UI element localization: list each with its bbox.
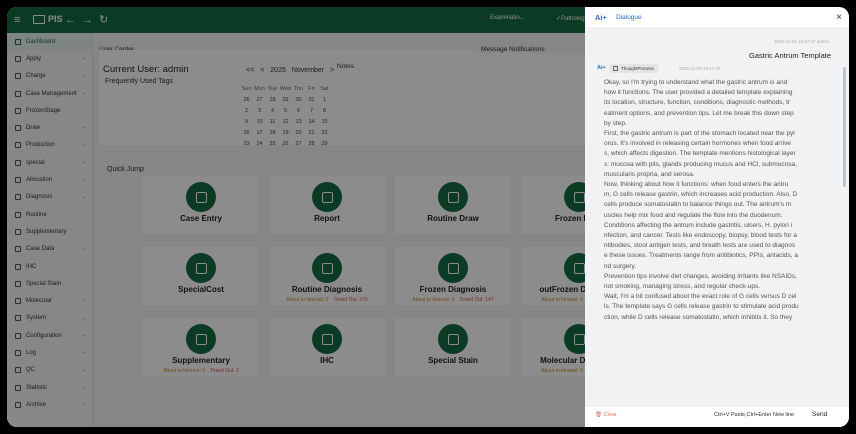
reply-line: Okay, so I'm trying to understand what t…	[604, 79, 788, 86]
reply-line: s, which affects digestion. The template…	[604, 150, 796, 158]
conversation-area: 2025-11-03 16:27:27 admin Gastric Antrum…	[585, 27, 849, 407]
conversation-scrollbar[interactable]	[843, 67, 846, 187]
reply-line: cells produce somatostatin to balance th…	[604, 201, 792, 209]
reply-line: not smoking, managing stress, and regula…	[604, 283, 761, 291]
reply-line: First, the gastric antrum is part of the…	[604, 130, 795, 138]
reply-line: ls. The template says G cells release ga…	[604, 303, 799, 311]
reply-line: Prevention tips involve diet changes, av…	[604, 272, 797, 280]
reply-line: Now, thinking about how it functions: wh…	[604, 181, 789, 189]
dialogue-title: Dialogue	[616, 14, 642, 21]
app-window: ≡ PIS ← → ↻ Examinatio... ✓Patholog Dash…	[7, 7, 849, 427]
clear-label: Clear	[603, 412, 617, 418]
reply-line: nfection, and cancer. Tests like endosco…	[604, 232, 797, 240]
ai-logo: Ai+	[595, 13, 607, 22]
reply-line: ntibodies, stool antigen tests, and brea…	[604, 242, 796, 250]
input-hint: Ctrl+V Paste,Ctrl+Enter New line	[714, 412, 795, 418]
thought-process-button[interactable]: ThoughtProcess	[609, 64, 658, 73]
user-message: Gastric Antrum Template	[749, 51, 831, 60]
close-icon[interactable]: ×	[836, 12, 842, 23]
reply-line: uscles help mix food and regulate the fl…	[604, 211, 783, 219]
clear-button[interactable]: 🗑 Clear	[595, 412, 617, 418]
reply-line: ction, while D cells release somatostati…	[604, 313, 793, 321]
reply-line: Conditions affecting the antrum include …	[604, 221, 793, 229]
reply-line: s: mucosa with pits, glands producing mu…	[604, 160, 797, 168]
reply-line: by step.	[604, 119, 627, 127]
reply-line: muscularis propria, and serosa.	[604, 170, 695, 178]
reply-line: e these issues. Treatments range from an…	[604, 252, 799, 260]
reply-line: Wait, I'm a bit confused about the exact…	[604, 293, 797, 301]
reply-line: nd surgery.	[604, 262, 637, 270]
reply-line: its location, structure, function, condi…	[604, 99, 791, 107]
reply-line: eatment options, and prevention tips. Le…	[604, 109, 794, 117]
ai-message-time: 2025-11-03 16:27:47	[679, 66, 721, 71]
thought-icon	[613, 66, 618, 71]
send-button[interactable]: Send	[812, 411, 827, 418]
user-message-time: 2025-11-03 16:27:27 admin	[774, 39, 829, 44]
reply-line: m, G cells release gastrin, which increa…	[604, 191, 798, 199]
reply-line: how it functions. The user provided a de…	[604, 89, 793, 97]
ai-avatar: Ai+	[597, 65, 606, 71]
ai-dialogue-panel: Ai+ Dialogue × 2025-11-03 16:27:27 admin…	[585, 7, 849, 427]
modal-backdrop[interactable]	[7, 7, 585, 427]
reply-line: orus. It's involved in releasing certain…	[604, 140, 791, 148]
ai-reply: Okay, so I'm trying to understand what t…	[604, 78, 822, 323]
thought-process-label: ThoughtProcess	[621, 66, 654, 71]
dialogue-footer: 🗑 Clear Ctrl+V Paste,Ctrl+Enter New line…	[585, 407, 849, 427]
